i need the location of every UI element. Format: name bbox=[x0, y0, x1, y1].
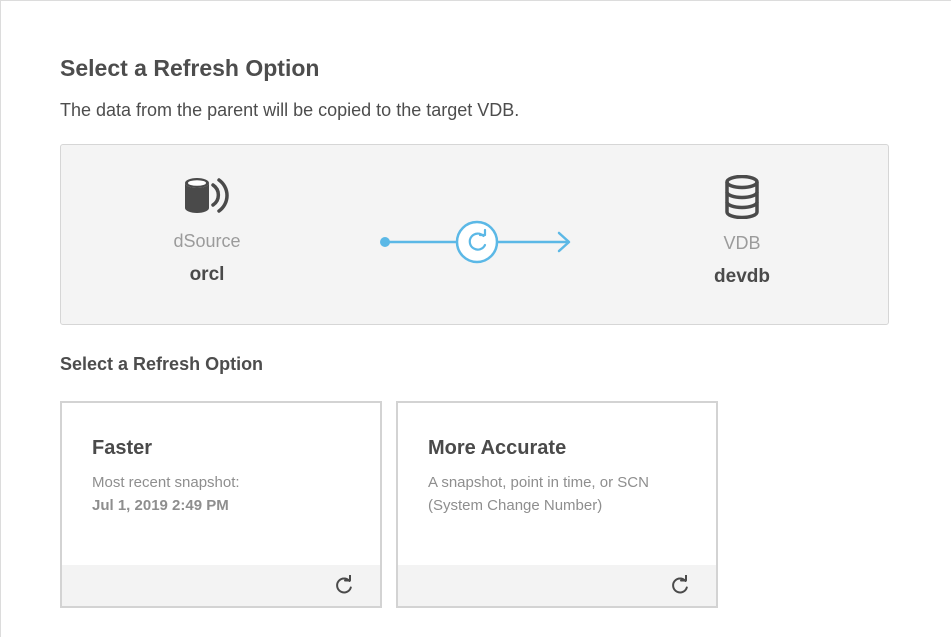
faster-option-card[interactable]: Faster Most recent snapshot: Jul 1, 2019… bbox=[60, 401, 382, 608]
target-endpoint: VDB devdb bbox=[662, 175, 822, 288]
source-endpoint: dSource orcl bbox=[127, 175, 287, 286]
option-title: More Accurate bbox=[428, 437, 567, 459]
card-footer bbox=[398, 565, 716, 606]
card-footer bbox=[62, 565, 380, 606]
refresh-connector bbox=[380, 220, 571, 264]
page-title: Select a Refresh Option bbox=[60, 55, 320, 81]
option-title: Faster bbox=[92, 437, 153, 459]
option-description: A snapshot, point in time, or SCN bbox=[428, 474, 649, 491]
options-section-title: Select a Refresh Option bbox=[60, 354, 264, 374]
source-kind-label: dSource bbox=[173, 231, 241, 251]
refresh-flow-diagram: dSource orcl VDB devdb bbox=[60, 144, 889, 325]
snapshot-timestamp: Jul 1, 2019 2:49 PM bbox=[92, 497, 229, 514]
source-name: orcl bbox=[189, 264, 225, 285]
database-icon bbox=[725, 175, 759, 219]
page-frame: Select a Refresh Option The data from th… bbox=[0, 0, 951, 637]
page-subtitle: The data from the parent will be copied … bbox=[60, 100, 520, 120]
target-name: devdb bbox=[714, 266, 770, 287]
refresh-icon[interactable] bbox=[670, 575, 690, 595]
option-description-detail: (System Change Number) bbox=[428, 497, 603, 514]
target-kind-label: VDB bbox=[723, 233, 761, 253]
dsource-database-icon bbox=[185, 178, 229, 213]
more-accurate-option-card[interactable]: More Accurate A snapshot, point in time,… bbox=[396, 401, 718, 608]
refresh-icon[interactable] bbox=[334, 575, 354, 595]
option-description: Most recent snapshot: bbox=[92, 474, 240, 491]
